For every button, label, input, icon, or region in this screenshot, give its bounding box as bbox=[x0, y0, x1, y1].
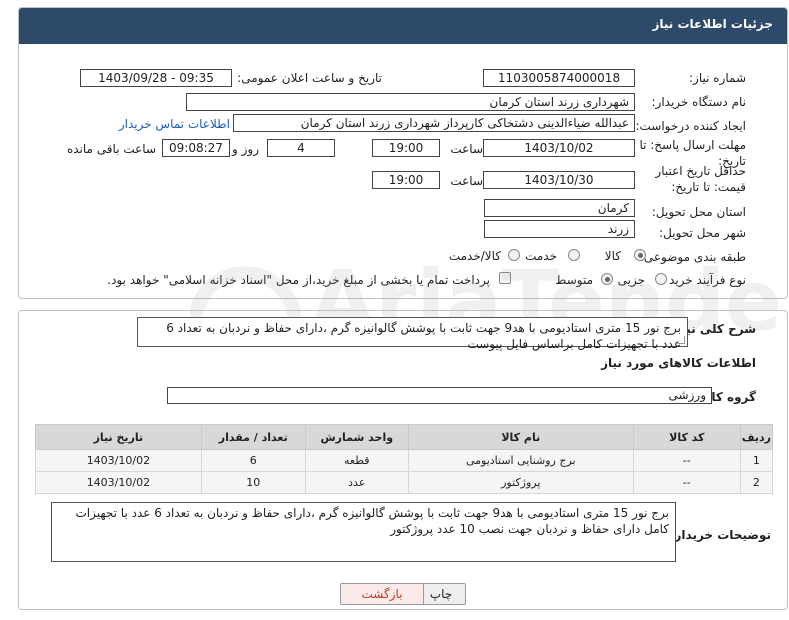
cell-name: پروژکتور bbox=[407, 471, 634, 494]
cell-qty: 10 bbox=[200, 471, 306, 494]
process-medium-radio[interactable] bbox=[601, 273, 613, 285]
treasury-payment-note: پرداخت تمام یا بخشی از مبلغ خرید،از محل … bbox=[107, 273, 490, 287]
cell-qty: 6 bbox=[200, 449, 306, 472]
goods-table-header: ردیف کد کالا نام کالا واحد شمارش تعداد /… bbox=[35, 424, 774, 450]
goods-group-field[interactable]: ورزشی bbox=[167, 387, 712, 404]
deadline-time-label: ساعت bbox=[450, 142, 483, 156]
price-validity-time-label: ساعت bbox=[450, 174, 483, 188]
col-row: ردیف bbox=[739, 424, 774, 450]
cell-name: برج روشنایی استادیومی bbox=[407, 449, 634, 472]
goods-table: ردیف کد کالا نام کالا واحد شمارش تعداد /… bbox=[35, 424, 774, 494]
cell-unit: عدد bbox=[304, 471, 409, 494]
panel-title: جزئیات اطلاعات نیاز bbox=[652, 17, 773, 31]
process-label: نوع فرآیند خرید : bbox=[661, 273, 746, 287]
summary-textarea[interactable]: برج نور 15 متری استادیومی با هد9 جهت ثاب… bbox=[137, 317, 688, 351]
panel-header: جزئیات اطلاعات نیاز bbox=[19, 8, 787, 44]
province-field[interactable]: کرمان bbox=[484, 199, 635, 217]
buyer-notes-label: توضیحات خریدار: bbox=[669, 528, 771, 542]
category-label: طبقه بندی موضوعی: bbox=[639, 250, 746, 264]
contact-info-link[interactable]: اطلاعات تماس خریدار bbox=[119, 117, 230, 131]
days-label: روز و bbox=[232, 142, 259, 156]
table-row[interactable]: 2 -- پروژکتور عدد 10 1403/10/02 bbox=[35, 471, 774, 494]
category-service-label: خدمت bbox=[525, 249, 557, 263]
need-number-label: شماره نیاز: bbox=[689, 71, 746, 85]
col-name: نام کالا bbox=[407, 424, 634, 450]
cell-date: 1403/10/02 bbox=[35, 449, 202, 472]
announce-label: تاریخ و ساعت اعلان عمومی: bbox=[237, 71, 382, 85]
process-medium-label: متوسط bbox=[555, 273, 593, 287]
remaining-label: ساعت باقی مانده bbox=[66, 142, 156, 156]
treasury-payment-checkbox[interactable] bbox=[499, 272, 511, 284]
category-both-label: کالا/خدمت bbox=[448, 249, 501, 263]
deadline-time-field[interactable]: 19:00 bbox=[372, 139, 440, 157]
city-label: شهر محل تحویل: bbox=[659, 226, 746, 240]
category-goods-radio[interactable] bbox=[634, 249, 646, 261]
creator-label: ایجاد کننده درخواست: bbox=[635, 119, 746, 133]
category-service-radio[interactable] bbox=[568, 249, 580, 261]
deadline-date-field[interactable]: 1403/10/02 bbox=[483, 139, 635, 157]
back-button[interactable]: بازگشت bbox=[340, 583, 424, 605]
summary-text: برج نور 15 متری استادیومی با هد9 جهت ثاب… bbox=[166, 321, 681, 351]
cell-date: 1403/10/02 bbox=[35, 471, 202, 494]
cell-code: -- bbox=[632, 471, 741, 494]
province-label: استان محل تحویل: bbox=[651, 205, 746, 219]
goods-section-title: اطلاعات کالاهای مورد نیاز bbox=[601, 356, 756, 370]
cell-row: 1 bbox=[739, 449, 774, 472]
col-date: تاریخ نیاز bbox=[35, 424, 202, 450]
price-validity-time-field[interactable]: 19:00 bbox=[372, 171, 440, 189]
resize-handle-icon[interactable] bbox=[677, 336, 685, 344]
cell-row: 2 bbox=[739, 471, 774, 494]
cell-unit: قطعه bbox=[304, 449, 409, 472]
process-minor-label: جزیی bbox=[617, 273, 645, 287]
buyer-org-field[interactable]: شهرداری زرند استان کرمان bbox=[186, 93, 635, 111]
need-number-field[interactable]: 1103005874000018 bbox=[483, 69, 635, 87]
buyer-notes-textarea[interactable]: برج نور 15 متری استادیومی با هد9 جهت ثاب… bbox=[51, 502, 676, 562]
price-validity-label: حداقل تاریخ اعتبار قیمت: تا تاریخ: bbox=[655, 164, 746, 194]
process-minor-radio[interactable] bbox=[655, 273, 667, 285]
remaining-time-field[interactable]: 09:08:27 bbox=[162, 139, 230, 157]
cell-code: -- bbox=[632, 449, 741, 472]
city-field[interactable]: زرند bbox=[484, 220, 635, 238]
category-goods-label: کالا bbox=[604, 249, 621, 263]
col-unit: واحد شمارش bbox=[304, 424, 409, 450]
buyer-org-label: نام دستگاه خریدار: bbox=[651, 95, 747, 109]
col-code: کد کالا bbox=[632, 424, 741, 450]
table-row[interactable]: 1 -- برج روشنایی استادیومی قطعه 6 1403/1… bbox=[35, 449, 774, 472]
col-qty: تعداد / مقدار bbox=[200, 424, 306, 450]
announce-field[interactable]: 1403/09/28 - 09:35 bbox=[80, 69, 232, 87]
buyer-notes-text: برج نور 15 متری استادیومی با هد9 جهت ثاب… bbox=[75, 506, 669, 536]
category-both-radio[interactable] bbox=[508, 249, 520, 261]
days-field[interactable]: 4 bbox=[267, 139, 335, 157]
creator-field[interactable]: عبدالله ضیاءالدینی دشتخاکی کارپرداز شهرد… bbox=[233, 114, 635, 132]
price-validity-date-field[interactable]: 1403/10/30 bbox=[483, 171, 635, 189]
